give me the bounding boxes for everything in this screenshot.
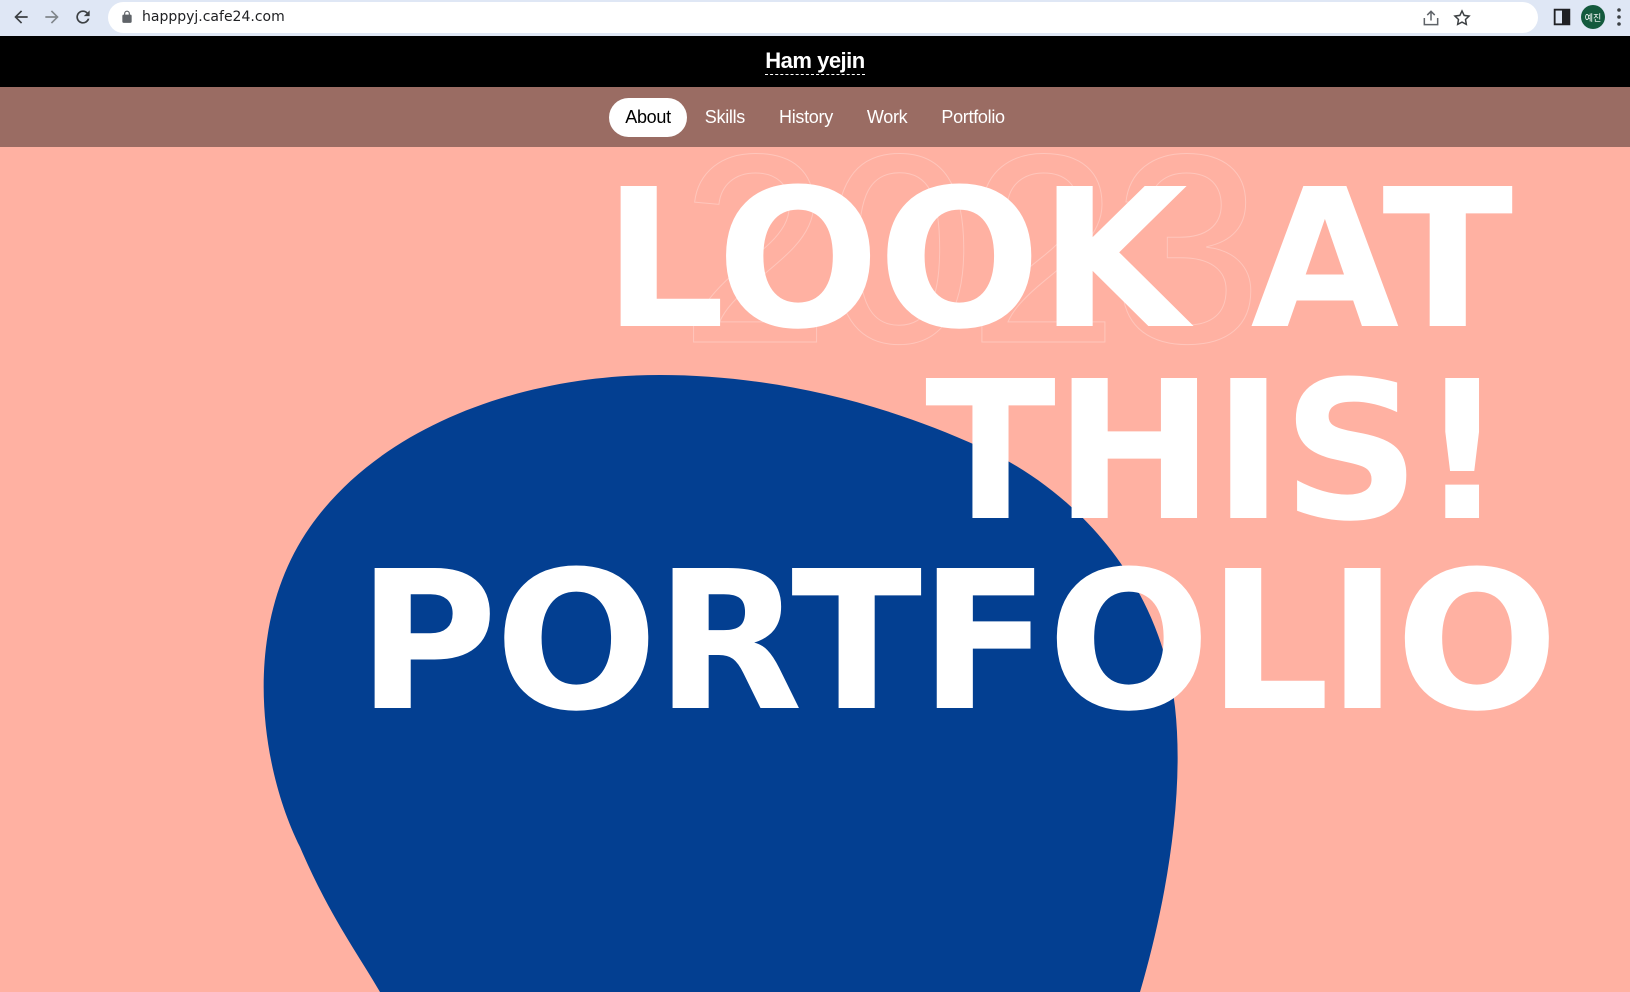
forward-icon [45, 10, 59, 24]
forward-button[interactable] [39, 4, 65, 30]
browser-toolbar: happpyj.cafe24.com 예진 [0, 0, 1630, 36]
main-nav: About Skills History Work Portfolio [0, 87, 1630, 147]
reload-button[interactable] [70, 4, 96, 30]
hero-section: 2023 LOOK AT THIS! PORTFOLIO [0, 147, 1630, 992]
side-panel-icon[interactable] [1551, 6, 1573, 28]
address-bar[interactable]: happpyj.cafe24.com [108, 2, 1538, 33]
back-button[interactable] [8, 4, 34, 30]
menu-icon[interactable] [1616, 7, 1622, 27]
site-header: Ham yejin [0, 36, 1630, 87]
profile-avatar[interactable]: 예진 [1581, 5, 1605, 29]
share-icon[interactable] [1421, 8, 1441, 28]
nav-item-history[interactable]: History [763, 98, 849, 137]
nav-item-portfolio[interactable]: Portfolio [925, 98, 1020, 137]
headline-line-1: LOOK AT [603, 149, 1513, 372]
back-icon [14, 10, 28, 24]
reload-icon [76, 10, 90, 24]
url-text[interactable]: happpyj.cafe24.com [142, 9, 285, 25]
site-title[interactable]: Ham yejin [0, 48, 1630, 75]
headline-line-3: PORTFOLIO [357, 531, 1558, 754]
nav-item-skills[interactable]: Skills [689, 98, 761, 137]
lock-icon[interactable] [120, 10, 134, 24]
nav-item-work[interactable]: Work [851, 98, 923, 137]
nav-item-about[interactable]: About [609, 97, 687, 137]
headline-line-2: THIS! [925, 341, 1506, 564]
star-icon[interactable] [1452, 8, 1472, 28]
